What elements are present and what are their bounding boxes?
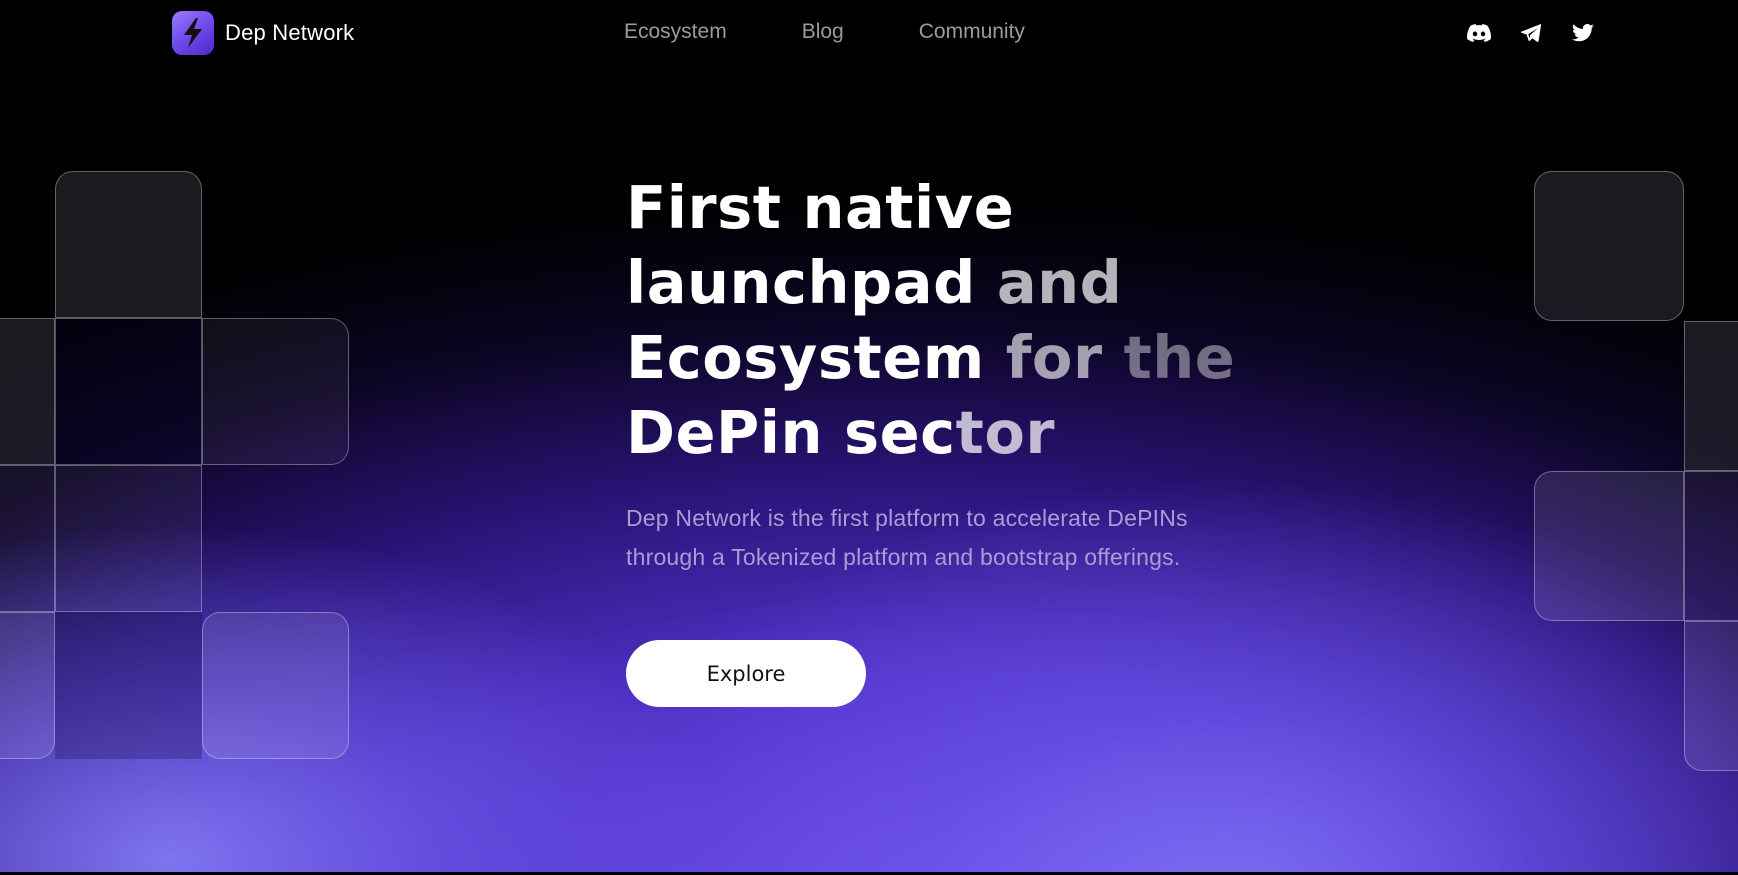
headline-text: and [975,248,1123,317]
decorative-tile [1534,171,1684,321]
nav-link-ecosystem[interactable]: Ecosystem [624,20,727,44]
decorative-tile [1684,321,1738,471]
headline-text: for [984,323,1124,392]
discord-icon[interactable] [1466,20,1492,46]
headline-text: the [1123,323,1236,392]
decorative-tile [0,465,55,612]
headline-text: tor [955,398,1055,467]
decorative-tile [55,465,202,612]
decorative-tile [1534,471,1684,621]
decorative-tile [55,171,202,318]
headline-line: DePin sector [626,395,1266,470]
brand-name: Dep Network [225,20,355,45]
landing-page: Dep Network Ecosystem Blog Community Fir… [0,0,1738,875]
decorative-tile [1684,621,1738,771]
nav-link-blog[interactable]: Blog [802,20,844,44]
twitter-icon[interactable] [1570,20,1596,46]
headline-line: First native [626,170,1266,245]
brand-home-link[interactable]: Dep Network [172,11,354,55]
decorative-tile [55,318,202,465]
nav-link-community[interactable]: Community [919,20,1025,44]
headline-line: launchpad and [626,245,1266,320]
headline-text: DePin sec [626,398,956,467]
lightning-bolt-icon [172,11,214,55]
hero-headline: First native launchpad and Ecosystem for… [626,170,1266,470]
headline-text: Ecosystem [626,323,985,392]
headline-line: Ecosystem for the [626,320,1266,395]
headline-text: launchpad [626,248,976,317]
main-nav: Ecosystem Blog Community [624,20,1025,44]
headline-text: First native [626,173,1015,242]
decorative-tile [202,612,349,759]
telegram-icon[interactable] [1518,20,1544,46]
decorative-tile [55,612,202,759]
decorative-tile [0,318,55,465]
hero-subtitle: Dep Network is the first platform to acc… [626,505,1188,570]
explore-button[interactable]: Explore [626,640,866,707]
decorative-tile [202,318,349,465]
social-links [1466,20,1596,46]
top-navigation: Dep Network Ecosystem Blog Community [0,0,1738,66]
decorative-tile [1684,471,1738,621]
decorative-tile [0,612,55,759]
hero-section: First native launchpad and Ecosystem for… [626,170,1266,707]
